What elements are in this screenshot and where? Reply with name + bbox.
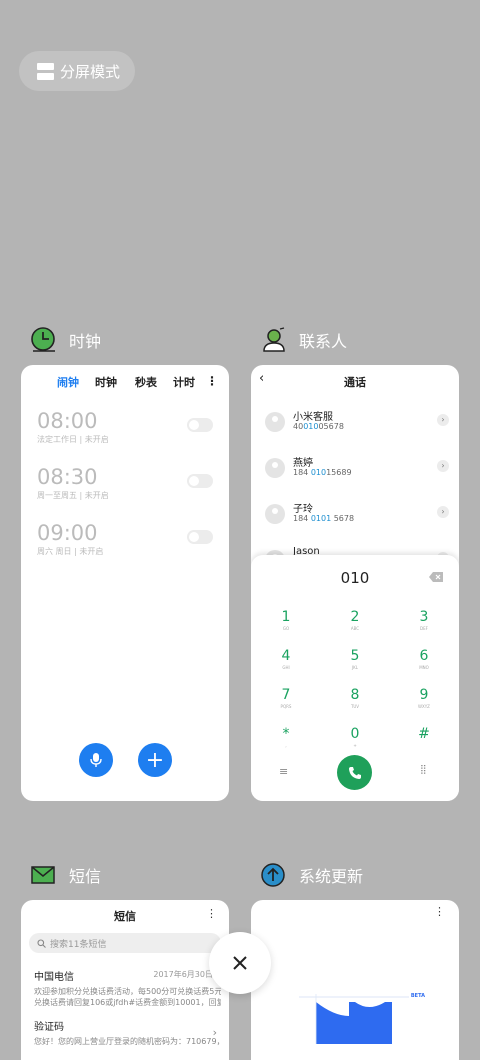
chevron-right-icon[interactable]: › — [437, 506, 449, 518]
contact-name: 小米客服 — [293, 412, 333, 423]
clear-all-button[interactable] — [209, 932, 271, 994]
alarm-toggle[interactable] — [187, 474, 213, 488]
contact-row[interactable]: 子玲 184 0101 5678 › — [265, 500, 449, 536]
call-button[interactable] — [337, 755, 372, 790]
add-alarm-button[interactable]: + — [138, 743, 172, 777]
dial-key-3[interactable]: 3 DEF — [394, 609, 454, 631]
message-date: 2017年6月30日 — [153, 970, 213, 979]
alarm-item[interactable]: 08:00 法定工作日 | 未开启 — [37, 409, 213, 459]
message-app-icon — [31, 866, 55, 884]
dial-key-9[interactable]: 9 WXYZ — [394, 687, 454, 709]
alarm-toggle[interactable] — [187, 418, 213, 432]
more-options-icon[interactable]: ⋮ — [206, 907, 217, 920]
dial-key-0[interactable]: 0 + — [325, 726, 385, 748]
split-screen-icon — [37, 62, 54, 80]
microphone-icon — [90, 753, 102, 767]
beta-badge: BETA — [410, 993, 425, 999]
dial-key-8[interactable]: 8 TUV — [325, 687, 385, 709]
message-preview: 兑换话费请回复106或jfdh#话费金额到10001，回复... — [34, 998, 221, 1007]
clock-app-title: 时钟 — [69, 332, 102, 351]
message-sender: 验证码 — [34, 1022, 64, 1033]
contacts-card[interactable]: ‹ 通话 小米客服 4001005678 › 燕婷 184 01015689 ›… — [251, 365, 459, 801]
avatar — [265, 504, 285, 524]
sms-header-title: 短信 — [114, 910, 136, 923]
contact-number: 184 0101 5678 — [293, 514, 355, 523]
alarm-time: 08:30 — [37, 465, 98, 489]
backspace-icon[interactable] — [429, 572, 443, 582]
update-illustration — [299, 994, 409, 1044]
sms-card[interactable]: 短信 ⋮ 搜索11条短信 中国电信 2017年6月30日 欢迎参加积分兑换话费活… — [21, 900, 229, 1060]
dial-key-1[interactable]: 1 GO — [256, 609, 316, 631]
close-icon — [233, 956, 247, 970]
contacts-app-title: 联系人 — [299, 332, 348, 351]
message-preview: 您好！您的网上营业厅登录的随机密码为：710679，有 — [34, 1037, 221, 1046]
split-screen-label: 分屏模式 — [60, 62, 121, 81]
message-item[interactable]: 中国电信 2017年6月30日 欢迎参加积分兑换话费活动，每500分可兑换话费5… — [34, 968, 221, 1008]
sms-app-title: 短信 — [69, 867, 102, 886]
clock-tabs: 闹钟 时钟 秒表 计时 ⋮ — [21, 374, 229, 394]
more-options-icon[interactable]: ⋮ — [434, 905, 445, 918]
dial-key-6[interactable]: 6 MNO — [394, 648, 454, 670]
clock-card[interactable]: 闹钟 时钟 秒表 计时 ⋮ 08:00 法定工作日 | 未开启 08:30 周一… — [21, 365, 229, 801]
more-options-icon[interactable]: ⋮ — [206, 374, 218, 388]
dial-key-4[interactable]: 4 GHI — [256, 648, 316, 670]
alarm-time: 08:00 — [37, 409, 98, 433]
chevron-right-icon: › — [212, 1026, 217, 1039]
message-preview: 欢迎参加积分兑换话费活动，每500分可兑换话费5元， — [34, 987, 221, 996]
message-item[interactable]: 验证码 您好！您的网上营业厅登录的随机密码为：710679，有 › — [34, 1018, 221, 1047]
dialpad: 010 1 GO 2 ABC 3 DEF 4 GHI 5 JKL 6 MNO 7 PQRS 8… — [251, 555, 459, 801]
clock-app-icon — [31, 327, 55, 352]
alarm-item[interactable]: 09:00 周六 周日 | 未开启 — [37, 521, 213, 571]
contact-name: 燕婷 — [293, 458, 313, 469]
search-placeholder: 搜索11条短信 — [50, 939, 107, 950]
contacts-app-header[interactable]: 联系人 — [259, 325, 347, 355]
avatar — [265, 412, 285, 432]
contact-row[interactable]: 小米客服 4001005678 › — [265, 408, 449, 444]
sms-search-bar[interactable]: 搜索11条短信 — [29, 933, 221, 953]
dial-key-2[interactable]: 2 ABC — [325, 609, 385, 631]
clock-app-header[interactable]: 时钟 — [29, 325, 101, 355]
contacts-app-icon — [263, 327, 285, 352]
dialpad-toggle-icon[interactable]: ⣿ — [420, 765, 427, 775]
contact-number: 184 01015689 — [293, 468, 352, 477]
tab-timer[interactable]: 计时 — [173, 374, 195, 390]
contact-name: 子玲 — [293, 504, 313, 515]
alarm-desc: 周一至周五 | 未开启 — [37, 491, 109, 500]
dialed-number: 010 — [340, 569, 370, 587]
voice-alarm-button[interactable] — [79, 743, 113, 777]
update-app-title: 系统更新 — [299, 867, 364, 886]
dial-key-5[interactable]: 5 JKL — [325, 648, 385, 670]
alarm-desc: 周六 周日 | 未开启 — [37, 547, 104, 556]
alarm-item[interactable]: 08:30 周一至周五 | 未开启 — [37, 465, 213, 515]
dial-key-7[interactable]: 7 PQRS — [256, 687, 316, 709]
contact-number: 4001005678 — [293, 422, 344, 431]
alarm-desc: 法定工作日 | 未开启 — [37, 435, 109, 444]
system-update-icon — [261, 863, 285, 887]
tab-clock[interactable]: 时钟 — [95, 374, 117, 390]
split-screen-button[interactable]: 分屏模式 — [19, 51, 135, 91]
contact-row[interactable]: 燕婷 184 01015689 › — [265, 454, 449, 490]
chevron-right-icon[interactable]: › — [437, 460, 449, 472]
tab-alarm[interactable]: 闹钟 — [57, 374, 79, 390]
menu-icon[interactable]: ≡ — [279, 765, 288, 778]
avatar — [265, 458, 285, 478]
plus-icon: + — [145, 747, 165, 773]
search-icon — [37, 938, 46, 948]
update-card[interactable]: ⋮ BETA — [251, 900, 459, 1060]
dial-key-star[interactable]: *, — [256, 726, 316, 748]
alarm-time: 09:00 — [37, 521, 98, 545]
phone-icon — [348, 766, 361, 779]
alarm-toggle[interactable] — [187, 530, 213, 544]
tab-stopwatch[interactable]: 秒表 — [135, 374, 157, 390]
chevron-right-icon[interactable]: › — [437, 414, 449, 426]
contacts-header-title: 通话 — [344, 376, 366, 389]
dial-key-hash[interactable]: # — [394, 726, 454, 743]
update-app-header[interactable]: 系统更新 — [259, 860, 363, 890]
sms-app-header[interactable]: 短信 — [29, 860, 101, 890]
